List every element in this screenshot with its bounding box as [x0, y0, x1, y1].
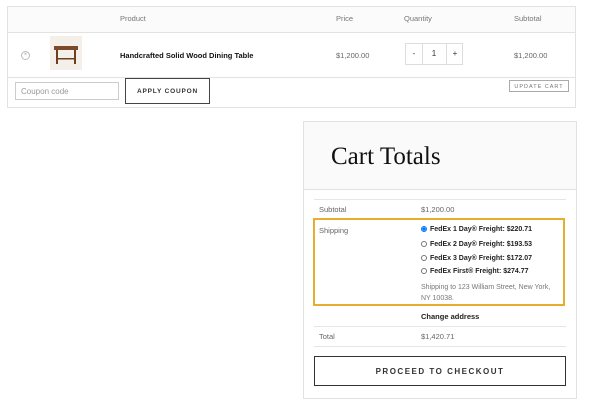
proceed-to-checkout-button[interactable]: PROCEED TO CHECKOUT — [314, 356, 566, 386]
change-address-link[interactable]: Change address — [421, 312, 479, 321]
shipping-option-label: FedEx 2 Day® Freight: $193.53 — [430, 241, 533, 248]
shipping-radio[interactable] — [421, 255, 427, 261]
cart-totals-panel: Cart Totals Subtotal $1,200.00 Shipping … — [303, 121, 577, 399]
coupon-code-input[interactable]: Coupon code — [15, 82, 119, 100]
remove-item-icon[interactable]: × — [21, 51, 30, 60]
subtotal-value: $1,200.00 — [421, 205, 455, 214]
quantity-stepper: - 1 + — [405, 43, 463, 65]
shipping-radio[interactable] — [421, 226, 427, 232]
header-quantity: Quantity — [404, 14, 432, 23]
product-price: $1,200.00 — [336, 51, 370, 60]
quantity-input[interactable]: 1 — [423, 44, 445, 64]
shipping-option-fedex-first[interactable]: FedEx First® Freight: $274.77 — [421, 268, 529, 275]
apply-coupon-button[interactable]: APPLY COUPON — [125, 78, 210, 104]
shipping-address-note: Shipping to 123 William Street, New York… — [421, 284, 551, 302]
header-product: Product — [120, 14, 146, 23]
quantity-increase-button[interactable]: + — [446, 44, 463, 64]
shipping-label: Shipping — [319, 226, 349, 235]
shipping-option-label: FedEx First® Freight: $274.77 — [430, 268, 529, 275]
subtotal-label: Subtotal — [319, 205, 347, 214]
cart-totals-title: Cart Totals — [331, 143, 441, 170]
total-label: Total — [319, 332, 335, 341]
header-price: Price — [336, 14, 354, 23]
shipping-radio[interactable] — [421, 268, 427, 274]
shipping-option-label: FedEx 1 Day® Freight: $220.71 — [430, 226, 533, 233]
divider — [314, 326, 566, 327]
cart-table-header: Product Price Quantity Subtotal — [8, 7, 575, 33]
header-subtotal: Subtotal — [514, 14, 542, 23]
divider — [314, 346, 566, 347]
cart-totals-header: Cart Totals — [304, 122, 576, 190]
shipping-radio[interactable] — [421, 241, 427, 247]
table-row: × Handcrafted Solid Wood Dining Table $1… — [8, 33, 575, 78]
total-value: $1,420.71 — [421, 332, 455, 341]
divider — [314, 199, 566, 200]
quantity-decrease-button[interactable]: - — [406, 44, 423, 64]
product-subtotal: $1,200.00 — [514, 51, 548, 60]
cart-table: Product Price Quantity Subtotal × Handcr… — [7, 6, 576, 108]
product-thumbnail[interactable] — [50, 36, 82, 70]
update-cart-button[interactable]: UPDATE CART — [509, 80, 569, 92]
shipping-option-fedex-2-day[interactable]: FedEx 2 Day® Freight: $193.53 — [421, 241, 532, 248]
shipping-option-label: FedEx 3 Day® Freight: $172.07 — [430, 255, 533, 262]
shipping-option-fedex-3-day[interactable]: FedEx 3 Day® Freight: $172.07 — [421, 255, 532, 262]
shipping-option-fedex-1-day[interactable]: FedEx 1 Day® Freight: $220.71 — [421, 226, 532, 233]
product-name[interactable]: Handcrafted Solid Wood Dining Table — [120, 51, 253, 60]
